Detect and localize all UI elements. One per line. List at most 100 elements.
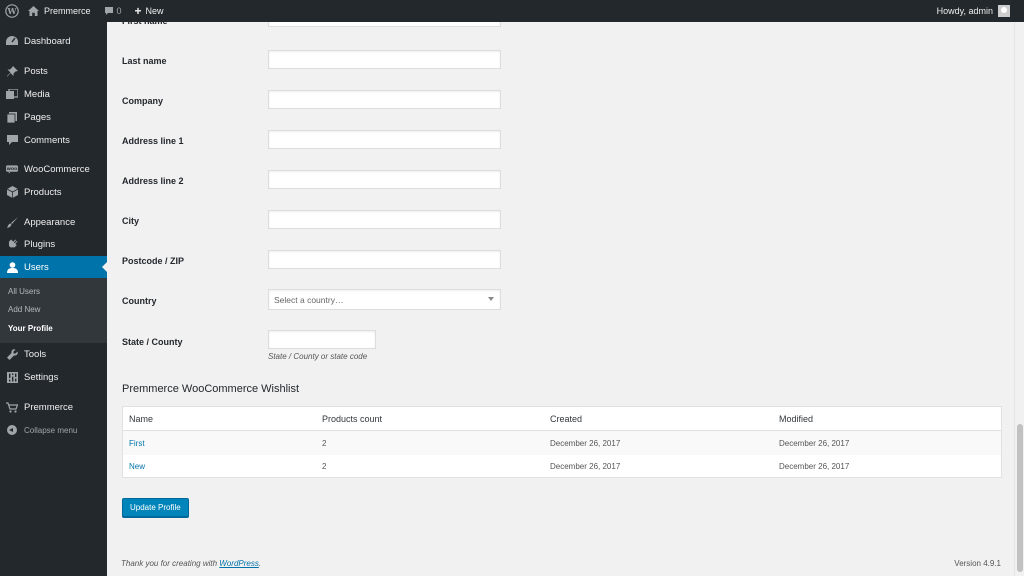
products-icon xyxy=(6,186,18,198)
created-cell: December 26, 2017 xyxy=(550,461,621,471)
sidebar-item-media[interactable]: Media xyxy=(0,83,107,105)
wishlist-name-link[interactable]: First xyxy=(129,431,145,455)
column-header-products-count: Products count xyxy=(322,414,383,424)
address-line-1-label: Address line 1 xyxy=(122,136,184,146)
site-name-link[interactable]: Premmerce xyxy=(23,0,96,22)
woocommerce-icon: WOO xyxy=(6,163,18,175)
sidebar-item-products[interactable]: Products xyxy=(0,181,107,203)
plus-icon: + xyxy=(134,4,142,18)
sidebar-item-label: Comments xyxy=(24,134,70,146)
products-count-cell: 2 xyxy=(322,438,327,448)
plugin-icon xyxy=(6,238,18,250)
wrench-icon xyxy=(6,348,18,360)
sidebar-item-users[interactable]: Users xyxy=(0,256,107,278)
address-line-1-input[interactable] xyxy=(268,130,501,149)
state-description: State / County or state code xyxy=(268,352,368,361)
chevron-down-icon xyxy=(488,297,494,301)
postcode-label: Postcode / ZIP xyxy=(122,256,185,266)
home-icon xyxy=(28,6,39,16)
users-icon xyxy=(6,261,18,273)
footer-version: Version 4.9.1 xyxy=(954,559,1001,568)
wordpress-logo-icon[interactable]: W xyxy=(1,0,23,22)
last-name-input[interactable] xyxy=(268,50,501,69)
created-cell: December 26, 2017 xyxy=(550,438,621,448)
admin-bar: W Premmerce 0 + New Howdy, admin xyxy=(0,0,1024,22)
column-header-name: Name xyxy=(129,414,154,424)
modified-cell: December 26, 2017 xyxy=(779,461,850,471)
brush-icon xyxy=(6,216,18,228)
admin-sidebar: Dashboard Posts Media Pages Comments WOO… xyxy=(0,22,107,576)
sidebar-item-label: Pages xyxy=(24,111,51,123)
sidebar-item-label: Tools xyxy=(24,348,47,360)
cart-icon xyxy=(6,401,18,413)
submenu-add-new[interactable]: Add New xyxy=(8,305,40,314)
last-name-label: Last name xyxy=(122,56,167,66)
city-input[interactable] xyxy=(268,210,501,229)
state-input[interactable] xyxy=(268,330,376,349)
media-icon xyxy=(6,88,18,100)
products-count-cell: 2 xyxy=(322,461,327,471)
sidebar-item-label: Plugins xyxy=(24,238,56,250)
wishlist-section-title: Premmerce WooCommerce Wishlist xyxy=(122,383,300,395)
sidebar-item-premmerce[interactable]: Premmerce xyxy=(0,396,107,418)
sidebar-item-comments[interactable]: Comments xyxy=(0,129,107,151)
sidebar-item-label: Dashboard xyxy=(24,35,71,47)
sidebar-item-dashboard[interactable]: Dashboard xyxy=(0,30,107,52)
collapse-arrow-icon xyxy=(7,425,17,435)
company-label: Company xyxy=(122,96,164,106)
page-scrollbar[interactable] xyxy=(1014,22,1024,576)
company-input[interactable] xyxy=(268,90,501,109)
new-label: New xyxy=(145,6,164,16)
modified-cell: December 26, 2017 xyxy=(779,438,850,448)
footer-thanks-text: Thank you for creating with xyxy=(121,559,220,568)
country-select[interactable]: Select a country… xyxy=(268,289,501,310)
sidebar-item-posts[interactable]: Posts xyxy=(0,60,107,82)
sidebar-item-label: Products xyxy=(24,186,62,198)
new-content-link[interactable]: + New xyxy=(130,0,169,22)
state-label: State / County xyxy=(122,337,183,347)
scrollbar-thumb[interactable] xyxy=(1017,424,1023,572)
country-label: Country xyxy=(122,296,157,306)
settings-icon xyxy=(6,371,18,383)
sidebar-item-label: Premmerce xyxy=(24,401,74,413)
footer-thanks-suffix: . xyxy=(258,559,262,568)
svg-text:W: W xyxy=(7,6,18,16)
wishlist-name-link[interactable]: New xyxy=(129,454,145,478)
address-line-2-label: Address line 2 xyxy=(122,176,184,186)
avatar xyxy=(998,5,1010,17)
wordpress-link[interactable]: WordPress xyxy=(219,559,259,568)
collapse-menu-button[interactable]: Collapse menu xyxy=(0,422,107,438)
account-menu[interactable]: Howdy, admin xyxy=(932,0,1024,22)
table-row: New 2 December 26, 2017 December 26, 201… xyxy=(123,454,1001,478)
submenu-your-profile[interactable]: Your Profile xyxy=(8,324,53,333)
wishlist-table: Name Products count Created Modified Fir… xyxy=(122,406,1002,478)
sidebar-item-label: Media xyxy=(24,88,50,100)
comments-link[interactable]: 0 xyxy=(99,0,127,22)
city-label: City xyxy=(122,216,140,226)
dashboard-icon xyxy=(6,35,18,47)
address-line-2-input[interactable] xyxy=(268,170,501,189)
column-header-modified: Modified xyxy=(779,414,814,424)
table-row: First 2 December 26, 2017 December 26, 2… xyxy=(123,431,1001,455)
svg-text:WOO: WOO xyxy=(7,166,18,171)
update-profile-button[interactable]: Update Profile xyxy=(122,498,189,517)
sidebar-item-label: WooCommerce xyxy=(24,163,90,175)
main-content: First name Last name Company Address lin… xyxy=(107,8,1014,576)
country-select-value: Select a country… xyxy=(274,294,344,305)
comment-bubble-icon xyxy=(104,6,114,16)
sidebar-item-appearance[interactable]: Appearance xyxy=(0,211,107,233)
footer-thanks: Thank you for creating with WordPress. xyxy=(121,559,261,568)
pages-icon xyxy=(6,111,18,123)
sidebar-item-plugins[interactable]: Plugins xyxy=(0,233,107,255)
site-name: Premmerce xyxy=(44,6,91,16)
sidebar-item-settings[interactable]: Settings xyxy=(0,366,107,388)
postcode-input[interactable] xyxy=(268,250,501,269)
pin-icon xyxy=(6,65,18,77)
column-header-created: Created xyxy=(550,414,583,424)
sidebar-item-label: Posts xyxy=(24,65,48,77)
submenu-all-users[interactable]: All Users xyxy=(8,287,40,296)
sidebar-item-pages[interactable]: Pages xyxy=(0,106,107,128)
sidebar-item-woocommerce[interactable]: WOO WooCommerce xyxy=(0,158,107,180)
comments-count: 0 xyxy=(116,6,122,16)
sidebar-item-tools[interactable]: Tools xyxy=(0,343,107,365)
